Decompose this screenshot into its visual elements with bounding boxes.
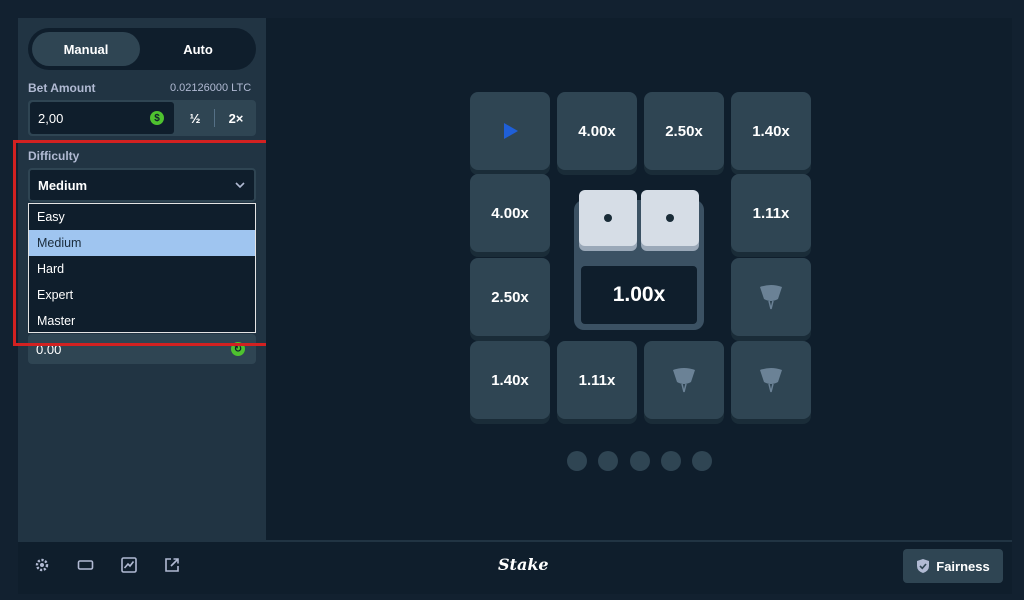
mode-toggle: Manual Auto — [28, 28, 256, 70]
progress-dot — [692, 451, 712, 471]
multiplier-tile[interactable]: 1.11x — [557, 341, 637, 419]
multiplier-tile[interactable]: 2.50x — [644, 92, 724, 170]
double-button[interactable]: 2× — [216, 100, 256, 136]
center-panel: 1.00x — [574, 190, 704, 330]
half-button[interactable]: ½ — [176, 100, 214, 136]
bet-crypto-value: 0.02126000 LTC — [170, 82, 252, 94]
skull-icon — [760, 368, 782, 393]
settings-gear-icon[interactable] — [34, 557, 50, 573]
divider — [214, 109, 215, 127]
popout-icon[interactable] — [164, 557, 180, 573]
fairness-button[interactable]: Fairness — [903, 549, 1003, 583]
multiplier-tile[interactable]: 2.50x — [470, 258, 550, 336]
bet-amount-group: 2,00 $ ½ 2× — [28, 100, 256, 136]
die-pip — [604, 214, 612, 222]
stats-chart-icon[interactable] — [121, 557, 137, 573]
progress-dot — [630, 451, 650, 471]
manual-tab[interactable]: Manual — [32, 32, 140, 66]
play-tile[interactable] — [470, 92, 550, 170]
current-multiplier: 1.00x — [581, 266, 697, 324]
multiplier-tile[interactable]: 1.40x — [470, 341, 550, 419]
dollar-coin-icon: $ — [150, 111, 164, 125]
skull-tile[interactable] — [644, 341, 724, 419]
skull-icon — [760, 285, 782, 310]
die-right — [641, 190, 699, 246]
multiplier-tile[interactable]: 1.11x — [731, 174, 811, 252]
multiplier-tile[interactable]: 1.40x — [731, 92, 811, 170]
stake-logo: Stake — [498, 555, 549, 574]
multiplier-tile[interactable]: 4.00x — [470, 174, 550, 252]
progress-dot — [598, 451, 618, 471]
progress-dot — [567, 451, 587, 471]
skull-tile[interactable] — [731, 341, 811, 419]
progress-dot — [661, 451, 681, 471]
theatre-mode-icon[interactable] — [77, 557, 94, 573]
die-left — [579, 190, 637, 246]
multiplier-tile[interactable]: 4.00x — [557, 92, 637, 170]
die-pip — [666, 214, 674, 222]
auto-tab[interactable]: Auto — [144, 32, 252, 66]
skull-tile[interactable] — [731, 258, 811, 336]
shield-check-icon — [917, 559, 930, 573]
play-icon — [504, 123, 518, 139]
fairness-label: Fairness — [936, 558, 990, 574]
skull-icon — [673, 368, 695, 393]
bet-amount-label: Bet Amount — [28, 81, 96, 95]
bet-amount-value: 2,00 — [38, 110, 64, 126]
highlight-annotation — [13, 140, 270, 346]
